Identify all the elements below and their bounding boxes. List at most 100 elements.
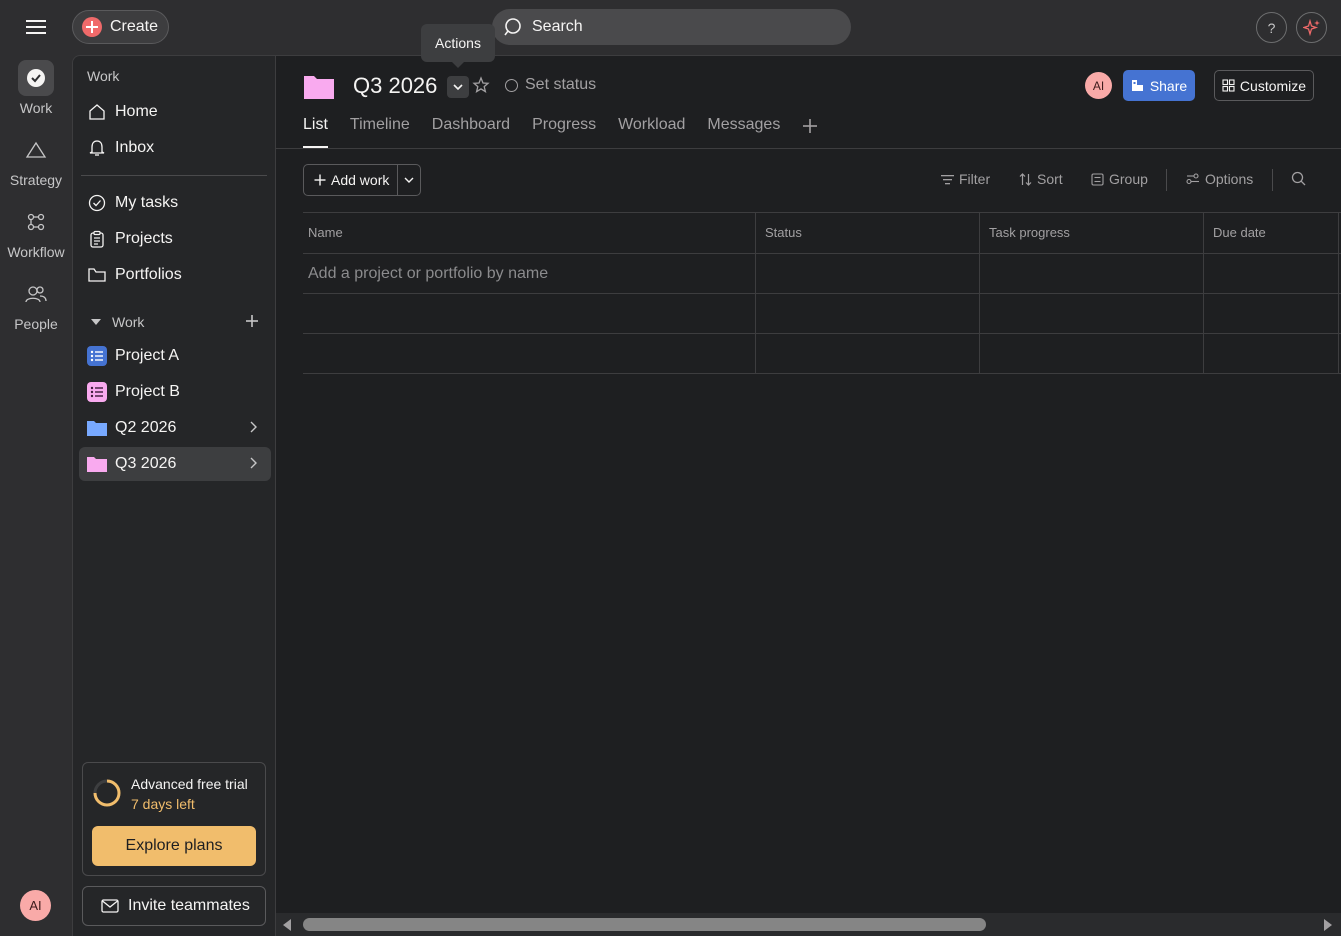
- member-avatar[interactable]: AI: [1085, 72, 1112, 99]
- triangle-icon: [18, 132, 54, 168]
- rail-label: Strategy: [9, 172, 63, 188]
- main-panel: Q3 2026 Set status AI Share Customize Li…: [276, 55, 1341, 936]
- folder-icon: [86, 453, 108, 475]
- options-button[interactable]: Options: [1186, 171, 1253, 187]
- table-cell: [303, 294, 756, 333]
- column-header-status[interactable]: Status: [756, 212, 980, 253]
- sidebar-item-my-tasks[interactable]: My tasks: [79, 186, 271, 220]
- group-icon: [1091, 172, 1104, 186]
- rail-item-workflow[interactable]: Workflow: [0, 204, 72, 260]
- user-avatar[interactable]: AI: [20, 890, 51, 921]
- workflow-icon: [18, 204, 54, 240]
- folder-icon: [86, 417, 108, 439]
- tabs-divider: [276, 148, 1341, 149]
- add-work-label: Add work: [331, 172, 390, 188]
- tab-timeline[interactable]: Timeline: [350, 116, 410, 148]
- sidebar-item-q3-2026[interactable]: Q3 2026: [79, 447, 271, 481]
- sort-icon: [1019, 172, 1032, 186]
- status-circle-icon: [505, 78, 518, 92]
- add-icon[interactable]: [245, 314, 259, 328]
- scroll-right-arrow-icon[interactable]: [1323, 918, 1333, 932]
- folder-icon: [86, 264, 108, 286]
- search-icon: [1291, 171, 1306, 186]
- sidebar-item-projects[interactable]: Projects: [79, 222, 271, 256]
- caret-down-icon[interactable]: [90, 318, 102, 326]
- sidebar-section-work[interactable]: Work: [79, 309, 271, 335]
- share-button[interactable]: Share: [1123, 70, 1195, 101]
- sidebar-item-project-b[interactable]: Project B: [79, 375, 271, 409]
- group-button[interactable]: Group: [1091, 171, 1148, 187]
- chevron-right-icon[interactable]: [249, 457, 257, 469]
- page-title[interactable]: Q3 2026: [353, 73, 437, 99]
- sidebar-item-q2-2026[interactable]: Q2 2026: [79, 411, 271, 445]
- column-header-due-date[interactable]: Due date: [1204, 212, 1339, 253]
- sidebar-item-label: Project A: [115, 347, 180, 364]
- explore-plans-button[interactable]: Explore plans: [92, 826, 256, 866]
- table-cell: [1204, 334, 1339, 373]
- rail-item-people[interactable]: People: [0, 276, 72, 332]
- column-header-name[interactable]: Name: [303, 212, 756, 253]
- add-work-button[interactable]: Add work: [303, 164, 421, 196]
- rail-label: Work: [19, 100, 53, 116]
- tab-dashboard[interactable]: Dashboard: [432, 116, 510, 148]
- sidebar-item-label: Inbox: [115, 139, 155, 156]
- tab-progress[interactable]: Progress: [532, 116, 596, 148]
- trial-days-left: 7 days left: [131, 796, 195, 812]
- add-project-input[interactable]: Add a project or portfolio by name: [303, 254, 756, 293]
- customize-button[interactable]: Customize: [1214, 70, 1314, 101]
- star-icon[interactable]: [472, 76, 490, 94]
- sort-button[interactable]: Sort: [1019, 171, 1063, 187]
- search-icon: [504, 17, 524, 37]
- sidebar-item-portfolios[interactable]: Portfolios: [79, 258, 271, 292]
- options-icon: [1186, 173, 1200, 185]
- sort-label: Sort: [1037, 171, 1063, 187]
- add-work-main[interactable]: Add work: [304, 165, 398, 195]
- rail-label: Workflow: [7, 244, 65, 260]
- share-label: Share: [1149, 77, 1188, 94]
- ai-sparkle-button[interactable]: [1296, 12, 1327, 43]
- sidebar-item-label: Project B: [115, 383, 180, 400]
- help-button[interactable]: ?: [1256, 12, 1287, 43]
- sidebar-item-label: Home: [115, 103, 158, 120]
- chevron-down-icon[interactable]: [398, 177, 420, 183]
- folder-icon: [303, 74, 335, 100]
- hamburger-menu-icon[interactable]: [24, 17, 48, 37]
- tab-messages[interactable]: Messages: [707, 116, 780, 148]
- view-tabs: List Timeline Dashboard Progress Workloa…: [303, 116, 818, 148]
- search-list-button[interactable]: [1291, 171, 1306, 186]
- actions-dropdown-button[interactable]: [447, 76, 469, 98]
- mail-icon: [101, 899, 119, 913]
- sidebar-item-label: Q2 2026: [115, 419, 177, 436]
- sidebar-item-label: Portfolios: [115, 266, 182, 283]
- add-tab-icon[interactable]: [802, 118, 818, 148]
- tab-workload[interactable]: Workload: [618, 116, 685, 148]
- tab-list[interactable]: List: [303, 116, 328, 148]
- table-cell: [303, 334, 756, 373]
- chevron-down-icon: [453, 84, 463, 91]
- set-status-button[interactable]: Set status: [505, 76, 596, 94]
- sidebar-item-project-a[interactable]: Project A: [79, 339, 271, 373]
- table-cell: [1204, 294, 1339, 333]
- column-header-task-progress[interactable]: Task progress: [980, 212, 1204, 253]
- scroll-left-arrow-icon[interactable]: [282, 918, 292, 932]
- group-label: Group: [1109, 171, 1148, 187]
- sidebar-item-inbox[interactable]: Inbox: [79, 131, 271, 165]
- rail-item-work[interactable]: Work: [0, 60, 72, 116]
- rail-item-strategy[interactable]: Strategy: [0, 132, 72, 188]
- chevron-right-icon[interactable]: [249, 421, 257, 433]
- filter-button[interactable]: Filter: [941, 171, 990, 187]
- search-input[interactable]: Search: [492, 9, 851, 45]
- invite-teammates-button[interactable]: Invite teammates: [82, 886, 266, 926]
- scrollbar-thumb[interactable]: [303, 918, 986, 931]
- sidebar-item-home[interactable]: Home: [79, 95, 271, 129]
- filter-icon: [941, 174, 954, 185]
- create-button[interactable]: Create: [72, 10, 169, 44]
- sidebar-heading: Work: [87, 68, 120, 84]
- trial-progress-ring: [92, 778, 122, 808]
- actions-tooltip: Actions: [421, 24, 495, 68]
- table-row[interactable]: Add a project or portfolio by name: [303, 254, 1341, 294]
- check-circle-icon: [86, 192, 108, 214]
- horizontal-scrollbar[interactable]: [276, 913, 1341, 936]
- table-cell: [756, 334, 980, 373]
- search-placeholder: Search: [532, 18, 583, 35]
